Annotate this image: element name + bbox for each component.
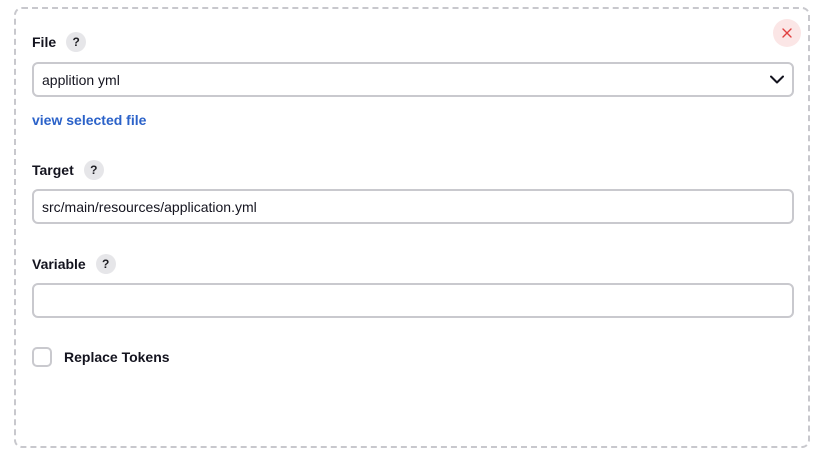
file-select[interactable]: applition yml: [32, 62, 794, 97]
variable-label: Variable: [32, 256, 86, 272]
file-label-row: File ?: [32, 32, 87, 52]
close-icon: [782, 28, 792, 38]
chevron-down-icon: [770, 75, 784, 84]
file-help-icon[interactable]: ?: [66, 32, 87, 52]
target-input[interactable]: src/main/resources/application.yml: [32, 189, 794, 224]
file-select-value: applition yml: [42, 71, 120, 88]
replace-tokens-checkbox[interactable]: [32, 347, 52, 367]
variable-input[interactable]: [32, 283, 794, 318]
view-selected-file-link[interactable]: view selected file: [32, 112, 146, 128]
variable-help-icon[interactable]: ?: [95, 254, 116, 274]
replace-tokens-row: Replace Tokens: [32, 347, 170, 367]
variable-label-row: Variable ?: [32, 254, 116, 274]
target-input-value: src/main/resources/application.yml: [42, 198, 257, 215]
target-help-icon[interactable]: ?: [83, 160, 104, 180]
target-label: Target: [32, 162, 74, 178]
remove-button[interactable]: [773, 19, 801, 47]
replace-tokens-label[interactable]: Replace Tokens: [64, 349, 170, 365]
file-label: File: [32, 34, 57, 50]
target-label-row: Target ?: [32, 160, 104, 180]
